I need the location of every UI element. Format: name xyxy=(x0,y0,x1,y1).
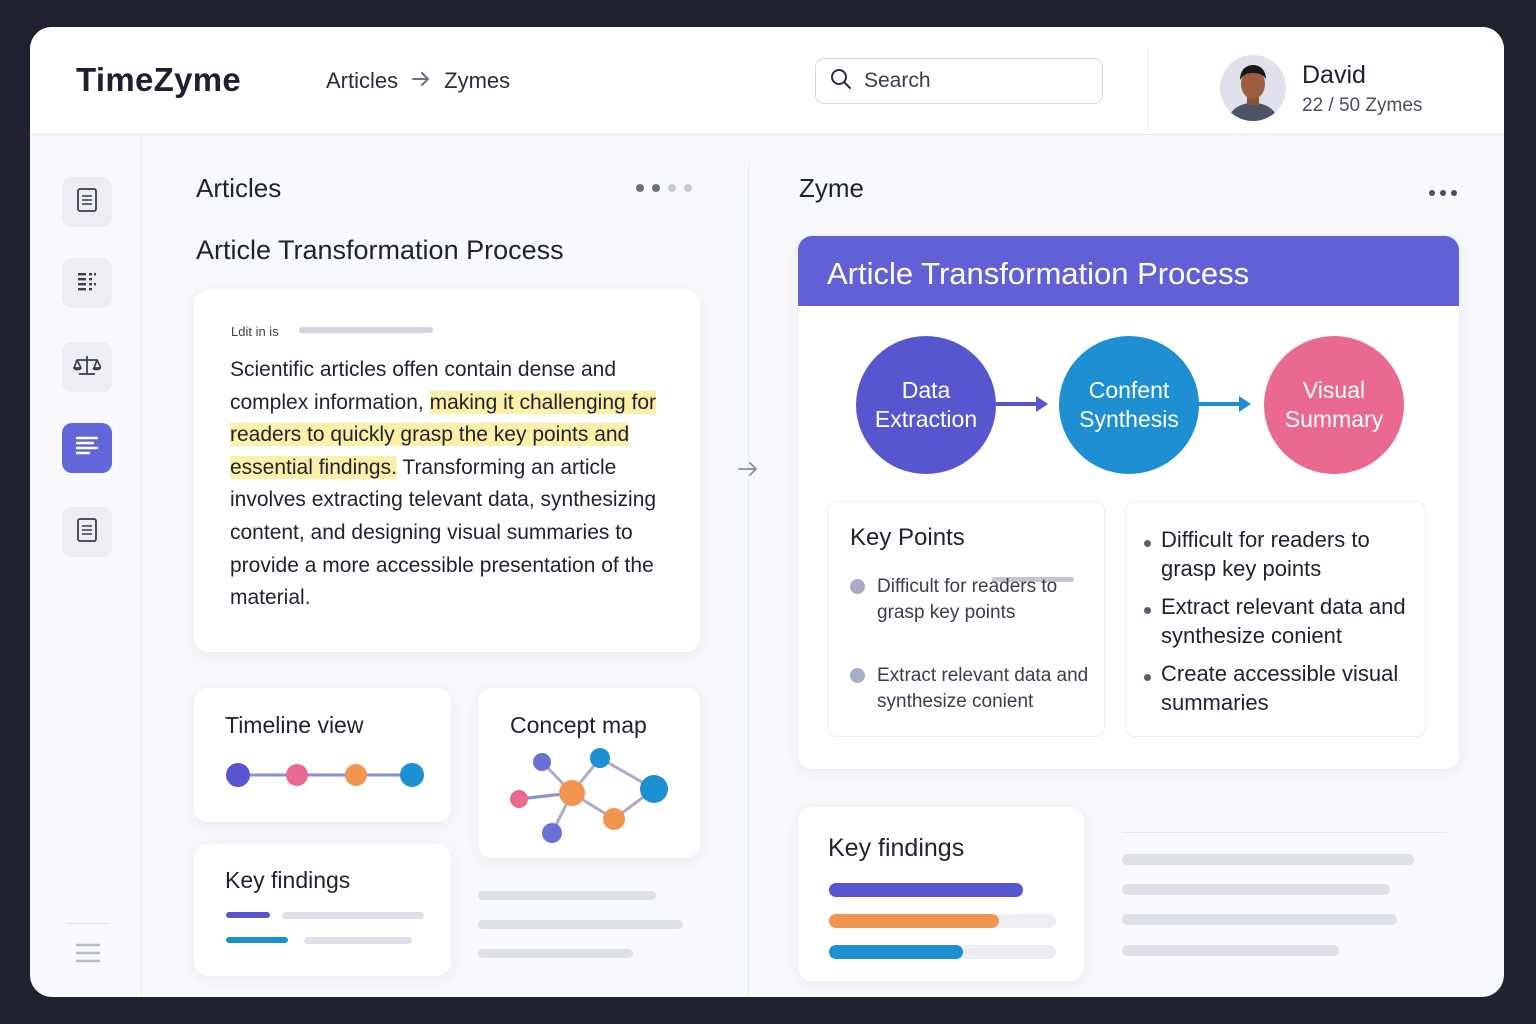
sidebar-item-balance[interactable] xyxy=(62,342,112,392)
placeholder-line xyxy=(1122,945,1339,956)
findings-bar xyxy=(829,945,963,959)
list-icon xyxy=(76,270,98,297)
findings-bar-track xyxy=(829,945,1056,959)
key-point-item: Difficult for readers to grasp key point… xyxy=(877,576,1058,623)
divider-line xyxy=(1122,832,1447,833)
step-data-extraction[interactable]: Data Extraction xyxy=(856,336,996,474)
articles-panel-title: Articles xyxy=(196,173,282,203)
edit-label: Ldit in is xyxy=(231,324,279,339)
sidebar-item-document[interactable] xyxy=(62,177,112,227)
hamburger-menu-icon[interactable] xyxy=(75,941,101,970)
more-options-icon[interactable] xyxy=(1428,179,1458,197)
step-content-synthesis[interactable]: Confent Synthesis xyxy=(1059,336,1199,474)
summary-bullet: Create accessible visual summaries xyxy=(1161,661,1399,715)
pager-dot[interactable] xyxy=(684,184,692,192)
placeholder-line xyxy=(478,949,633,958)
breadcrumb-articles[interactable]: Articles xyxy=(326,68,398,94)
timeline-view-title: Timeline view xyxy=(225,712,364,738)
balance-scale-icon xyxy=(73,353,102,382)
breadcrumb-zymes[interactable]: Zymes xyxy=(444,68,510,94)
findings-indicator-line xyxy=(226,937,288,943)
app-title: TimeZyme xyxy=(76,61,242,98)
key-point-item: Extract relevant data and synthesize con… xyxy=(877,665,1089,712)
arrow-right-icon xyxy=(996,396,1048,412)
document-icon xyxy=(76,187,98,217)
search-icon xyxy=(830,68,852,95)
zyme-banner-title: Article Transformation Process xyxy=(827,256,1250,291)
document-icon xyxy=(76,517,98,547)
text-lines-icon xyxy=(75,435,99,462)
sidebar xyxy=(30,135,142,997)
arrow-right-icon xyxy=(738,457,758,483)
pager-dot[interactable] xyxy=(668,184,676,192)
placeholder-line xyxy=(478,920,683,929)
panel-divider xyxy=(748,162,749,997)
user-name: David xyxy=(1302,61,1366,89)
findings-bar xyxy=(829,914,1000,928)
avatar[interactable] xyxy=(1220,55,1286,121)
bullet-dot xyxy=(1144,674,1151,681)
placeholder-line xyxy=(478,891,656,900)
bullet-dot xyxy=(850,668,865,683)
app-window: TimeZyme Articles Zymes David 22 xyxy=(30,27,1504,997)
bullet-dot xyxy=(1144,607,1151,614)
pager-dot[interactable] xyxy=(636,184,644,192)
search-box[interactable] xyxy=(815,58,1103,104)
search-input[interactable] xyxy=(864,69,1084,93)
sidebar-item-list[interactable] xyxy=(62,258,112,308)
timeline-graphic xyxy=(226,763,424,787)
findings-indicator-line xyxy=(226,912,270,918)
sidebar-item-document-2[interactable] xyxy=(62,507,112,557)
summary-bullet: Difficult for readers to grasp key point… xyxy=(1161,527,1370,581)
placeholder-line xyxy=(282,912,424,919)
key-findings-small-card[interactable]: Key findings xyxy=(194,844,451,976)
placeholder-line xyxy=(304,937,412,944)
articles-subtitle: Article Transformation Process xyxy=(196,235,564,265)
zyme-banner: Article Transformation Process xyxy=(798,236,1459,306)
pager-dot[interactable] xyxy=(652,184,660,192)
sidebar-item-text[interactable] xyxy=(62,423,112,473)
sidebar-divider xyxy=(66,923,108,924)
article-body[interactable]: Scientific articles offen contain dense … xyxy=(230,354,670,615)
article-card: Ldit in is Scientific articles offen con… xyxy=(194,290,700,652)
placeholder-line xyxy=(1122,884,1390,895)
zyme-card: Article Transformation Process Data Extr… xyxy=(798,236,1459,769)
summary-bullets-box: Difficult for readers to grasp key point… xyxy=(1125,501,1426,737)
breadcrumb: Articles Zymes xyxy=(326,68,510,94)
step-visual-summary[interactable]: Visual Summary xyxy=(1264,336,1404,474)
key-findings-small-title: Key findings xyxy=(225,867,351,893)
key-findings-title: Key findings xyxy=(828,834,965,862)
concept-map-title: Concept map xyxy=(510,712,647,738)
findings-bar-track xyxy=(829,883,1023,897)
placeholder-line xyxy=(1122,854,1414,865)
key-points-box: Key Points Difficult for readers to gras… xyxy=(827,501,1105,737)
header-divider xyxy=(1148,49,1149,133)
findings-bar-track xyxy=(829,914,1056,928)
concept-map-graphic xyxy=(510,748,668,843)
arrow-right-icon xyxy=(1199,396,1251,412)
placeholder-line xyxy=(1122,914,1397,925)
key-findings-card[interactable]: Key findings xyxy=(798,807,1084,981)
concept-map-card[interactable]: Concept map xyxy=(478,688,700,858)
pager-dots[interactable] xyxy=(636,184,692,192)
edit-progress-bar xyxy=(299,327,433,333)
bullet-dot xyxy=(1144,540,1151,547)
timeline-view-card[interactable]: Timeline view xyxy=(194,688,451,822)
summary-bullet: Extract relevant data and synthesize con… xyxy=(1161,594,1406,648)
top-header: TimeZyme Articles Zymes David 22 xyxy=(30,27,1504,135)
findings-bar xyxy=(829,883,1023,897)
zyme-panel-title: Zyme xyxy=(799,173,864,203)
bullet-dot xyxy=(850,579,865,594)
user-quota: 22 / 50 Zymes xyxy=(1302,95,1423,116)
arrow-right-icon xyxy=(412,70,430,93)
key-points-title: Key Points xyxy=(850,524,965,551)
